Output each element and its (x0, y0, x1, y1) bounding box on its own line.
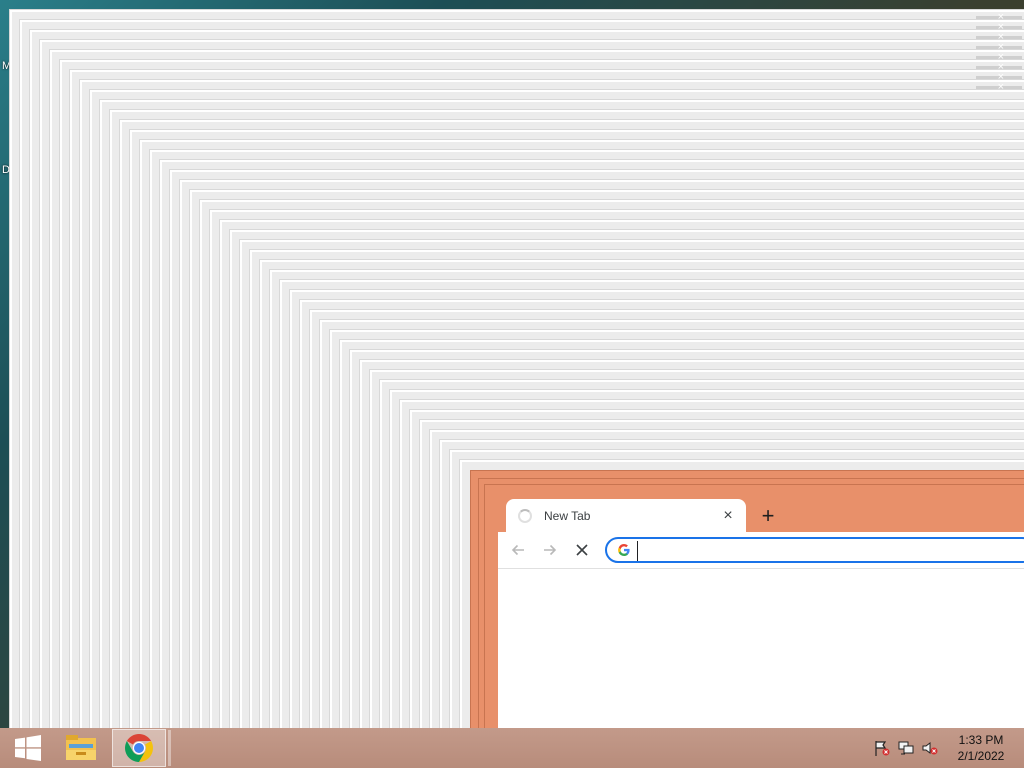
action-center-flag-icon[interactable] (874, 740, 890, 756)
desktop: M D New Tab × + (0, 0, 1024, 728)
taskbar-google-chrome[interactable] (112, 729, 166, 767)
arrow-right-icon (544, 544, 557, 556)
taskbar: 1:33 PM 2/1/2022 (0, 728, 1024, 768)
taskbar-file-explorer[interactable] (58, 728, 104, 768)
address-bar[interactable] (605, 537, 1024, 563)
address-input[interactable] (637, 541, 1022, 561)
clock-time: 1:33 PM (958, 733, 1004, 747)
tab-title: New Tab (544, 508, 591, 523)
browser-tab[interactable]: New Tab × (506, 499, 746, 532)
close-icon (576, 544, 588, 556)
desktop-icon-label[interactable]: D (2, 164, 10, 176)
tab-close-button[interactable]: × (718, 506, 738, 526)
volume-muted-icon[interactable] (922, 740, 938, 756)
loading-spinner-icon (518, 508, 532, 523)
file-explorer-icon (66, 735, 96, 760)
google-g-icon (618, 544, 630, 556)
arrow-left-icon (511, 544, 524, 556)
windows-logo-icon (15, 735, 41, 761)
forward-button[interactable] (538, 538, 562, 562)
page-content[interactable] (498, 568, 1024, 728)
browser-window: New Tab × + (490, 490, 1024, 728)
browser-toolbar (498, 532, 1024, 568)
clock-date: 2/1/2022 (957, 749, 1005, 763)
new-tab-button[interactable]: + (756, 503, 780, 528)
back-button[interactable] (506, 538, 530, 562)
network-icon[interactable] (898, 740, 914, 756)
system-clock[interactable]: 1:33 PM 2/1/2022 (948, 732, 1014, 764)
chrome-logo-icon (125, 734, 153, 762)
taskbar-divider (168, 730, 171, 766)
stop-loading-button[interactable] (570, 538, 594, 562)
start-button[interactable] (0, 728, 56, 768)
